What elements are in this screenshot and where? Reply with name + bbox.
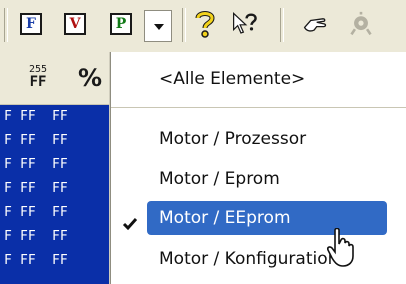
hex-icon-ff: FF bbox=[29, 74, 47, 90]
hex-cell[interactable]: F bbox=[4, 225, 20, 249]
hex-cell[interactable]: FF bbox=[20, 249, 52, 273]
menu-separator bbox=[111, 107, 406, 108]
toolbar: F V P bbox=[0, 0, 406, 53]
hex-cell[interactable]: FF bbox=[20, 129, 52, 153]
disabled-tool-button[interactable] bbox=[348, 11, 374, 37]
hex-cell[interactable]: FF bbox=[20, 225, 52, 249]
toolbar-separator bbox=[182, 8, 186, 42]
context-help-button[interactable] bbox=[232, 11, 258, 37]
hex-cell[interactable]: FF bbox=[20, 105, 52, 129]
context-help-icon bbox=[233, 12, 257, 34]
filter-v-button[interactable]: V bbox=[62, 11, 88, 37]
element-dropdown-arrow[interactable] bbox=[144, 10, 172, 42]
hex-row: F FF FF bbox=[0, 105, 112, 129]
help-button[interactable] bbox=[192, 11, 218, 38]
hex-cell[interactable]: FF bbox=[52, 105, 84, 129]
gear-hand-icon bbox=[350, 11, 372, 36]
help-question-icon bbox=[195, 11, 215, 38]
hex-cell[interactable]: FF bbox=[52, 153, 84, 177]
hex-grid: F FF FF F FF FF F FF FF F FF FF F FF FF F FF FF F FF FF bbox=[0, 105, 112, 284]
hex-cell[interactable]: FF bbox=[20, 177, 52, 201]
hex-cell[interactable]: F bbox=[4, 177, 20, 201]
hex-row: F FF FF bbox=[0, 177, 112, 201]
hex-row: F FF FF bbox=[0, 129, 112, 153]
toolbar-separator bbox=[4, 8, 8, 42]
hex-cell[interactable]: FF bbox=[20, 201, 52, 225]
mouse-cursor-icon bbox=[327, 228, 354, 267]
side-toolbar: 255 FF % bbox=[0, 52, 110, 105]
menu-item-motor-eprom[interactable]: Motor / Eprom bbox=[147, 162, 387, 196]
menu-item-motor-prozessor[interactable]: Motor / Prozessor bbox=[147, 122, 387, 156]
hex-row: F FF FF bbox=[0, 249, 112, 273]
hex-ff-icon[interactable]: 255 FF bbox=[20, 64, 56, 92]
hex-cell[interactable]: F bbox=[4, 249, 20, 273]
hex-cell[interactable]: F bbox=[4, 153, 20, 177]
filter-f-button[interactable]: F bbox=[18, 11, 44, 37]
hex-cell[interactable]: FF bbox=[52, 177, 84, 201]
hex-row: F FF FF bbox=[0, 201, 112, 225]
hex-row: F FF FF bbox=[0, 153, 112, 177]
hand-icon bbox=[303, 18, 327, 32]
hex-cell[interactable]: FF bbox=[52, 249, 84, 273]
p-letter-icon: P bbox=[110, 13, 132, 35]
hex-cell[interactable]: FF bbox=[52, 201, 84, 225]
v-letter-icon: V bbox=[64, 13, 86, 35]
hex-cell[interactable]: FF bbox=[52, 225, 84, 249]
menu-item-all-elements[interactable]: <Alle Elemente> bbox=[147, 62, 387, 96]
filter-p-button[interactable]: P bbox=[108, 11, 134, 37]
hex-cell[interactable]: F bbox=[4, 129, 20, 153]
element-dropdown-menu: <Alle Elemente> Motor / Prozessor Motor … bbox=[110, 52, 406, 284]
pointer-hand-button[interactable] bbox=[302, 11, 328, 37]
hex-row: F FF FF bbox=[0, 225, 112, 249]
hex-cell[interactable]: F bbox=[4, 105, 20, 129]
hex-cell[interactable]: FF bbox=[20, 153, 52, 177]
hex-cell[interactable]: F bbox=[4, 201, 20, 225]
f-letter-icon: F bbox=[20, 13, 42, 35]
checkmark-icon bbox=[122, 218, 138, 231]
percent-button[interactable]: % bbox=[78, 64, 102, 92]
hex-cell[interactable]: FF bbox=[52, 129, 84, 153]
toolbar-separator bbox=[280, 8, 284, 42]
